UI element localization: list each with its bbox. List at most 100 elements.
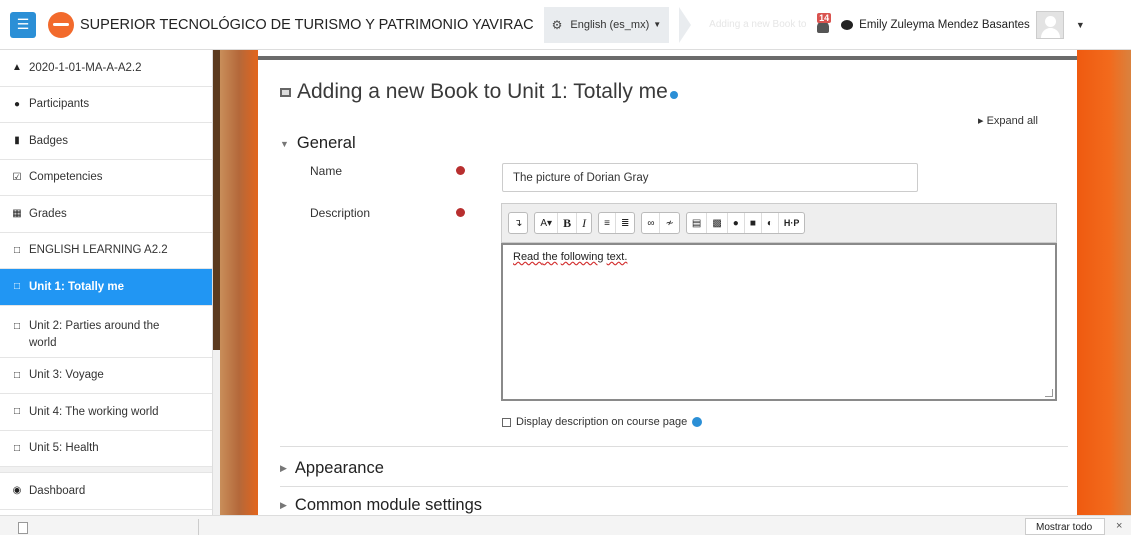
description-editor[interactable]: Read the following text. xyxy=(501,243,1057,401)
sidebar-item-badges[interactable]: ▮ Badges xyxy=(0,123,212,160)
display-description-checkbox[interactable] xyxy=(502,417,511,427)
name-input[interactable] xyxy=(502,163,918,192)
unordered-list-icon[interactable]: ≡ xyxy=(599,213,616,233)
close-icon[interactable]: × xyxy=(1116,520,1122,532)
chevron-right-icon: ▶ xyxy=(280,463,287,473)
divider xyxy=(198,519,199,535)
show-more-icon[interactable]: ↴ xyxy=(509,213,527,233)
editor-text: Read the following text. xyxy=(513,251,628,263)
unlink-icon[interactable]: ≁ xyxy=(660,213,678,233)
chevron-down-icon: ▼ xyxy=(653,20,662,29)
resize-handle[interactable] xyxy=(1045,389,1053,397)
sidebar-item-label: Unit 4: The working world xyxy=(29,405,159,418)
section-general-header[interactable]: ▼ General xyxy=(280,134,356,153)
notification-count-badge: 14 xyxy=(817,12,832,23)
show-all-button[interactable]: Mostrar todo xyxy=(1025,518,1105,535)
expand-all-link[interactable]: ▸ Expand all xyxy=(978,114,1038,127)
toolbar-group: ≡ ≣ xyxy=(598,212,636,234)
sidebar-item-label: ENGLISH LEARNING A2.2 xyxy=(29,244,168,257)
user-menu-chevron-icon[interactable]: ▼ xyxy=(1076,20,1085,30)
section-appearance-label: Appearance xyxy=(294,459,384,477)
font-style-icon[interactable]: A▾ xyxy=(535,213,559,233)
name-label: Name xyxy=(310,164,343,178)
toolbar-group: ▤ ▩ ● ■ ◐ H·P xyxy=(685,212,806,234)
h5p-icon[interactable]: H·P xyxy=(779,213,805,233)
shield-icon: ▮ xyxy=(14,135,20,147)
sidebar-item-unit-2[interactable]: □ Unit 2: Parties around the world xyxy=(0,306,212,358)
help-icon[interactable] xyxy=(692,417,703,427)
sidebar-item-course[interactable]: ▲ 2020-1-01-MA-A-A2.2 xyxy=(0,50,212,87)
sidebar-item-competencies[interactable]: ☑ Competencies xyxy=(0,160,212,196)
sidebar-item-label: Competencies xyxy=(29,171,103,184)
sidebar-item-unit-4[interactable]: □ Unit 4: The working world xyxy=(0,394,212,431)
section-common-header[interactable]: ▶ Common module settings xyxy=(280,496,482,515)
sidebar: ▲ 2020-1-01-MA-A-A2.2 ● Participants ▮ B… xyxy=(0,50,213,515)
avatar[interactable] xyxy=(1035,10,1064,39)
sidebar-item-label: Grades xyxy=(29,207,67,220)
users-icon: ● xyxy=(13,98,21,110)
help-icon[interactable] xyxy=(669,91,678,99)
sidebar-scrollbar[interactable] xyxy=(213,50,220,515)
sidebar-item-label: Participants xyxy=(29,98,90,111)
sidebar-item-participants[interactable]: ● Participants xyxy=(0,87,212,123)
sidebar-item-unit-3[interactable]: □ Unit 3: Voyage xyxy=(0,358,212,394)
main-content: Adding a new Book to Unit 1: Totally me … xyxy=(258,56,1077,515)
notifications-button[interactable]: 14 xyxy=(815,12,832,34)
sidebar-item-label: Badges xyxy=(29,134,69,147)
sidebar-scrollbar-thumb[interactable] xyxy=(213,50,220,350)
display-description-option: Display description on course page xyxy=(502,416,703,428)
book-icon xyxy=(280,87,291,97)
media-icon[interactable]: ▩ xyxy=(707,213,728,233)
background-image-left xyxy=(220,50,258,515)
section-appearance-header[interactable]: ▶ Appearance xyxy=(280,459,384,478)
bold-icon[interactable]: B xyxy=(558,213,578,233)
sidebar-item-unit-5[interactable]: □ Unit 5: Health xyxy=(0,431,212,467)
message-icon[interactable] xyxy=(841,19,854,30)
page-title: Adding a new Book to Unit 1: Totally me xyxy=(280,80,678,104)
user-name[interactable]: Emily Zuleyma Mendez Basantes xyxy=(859,19,1030,31)
sidebar-item-label: Unit 3: Voyage xyxy=(29,369,104,382)
chevron-down-icon: ▼ xyxy=(280,138,289,149)
manage-files-icon[interactable]: ◐ xyxy=(762,213,779,233)
breadcrumb-separator xyxy=(679,6,692,43)
link-icon[interactable]: ∞ xyxy=(642,213,661,233)
hamburger-icon[interactable]: ☰ xyxy=(10,11,36,38)
language-menu[interactable]: ⚙ English (es_mx) ▼ xyxy=(543,6,670,43)
display-description-label[interactable]: Display description on course page xyxy=(516,416,687,428)
breadcrumb-current[interactable]: Adding a new Book to Unit xyxy=(709,19,809,30)
sidebar-item-label: Unit 2: Parties around the world xyxy=(29,319,160,349)
file-icon[interactable] xyxy=(18,522,28,534)
microphone-icon[interactable]: ● xyxy=(728,213,745,233)
sidebar-item-english-learning[interactable]: □ ENGLISH LEARNING A2.2 xyxy=(0,233,212,269)
folder-icon: □ xyxy=(13,369,21,381)
required-icon xyxy=(456,208,465,217)
description-label: Description xyxy=(310,206,371,220)
italic-icon[interactable]: I xyxy=(577,213,591,233)
image-icon[interactable]: ▤ xyxy=(687,213,708,233)
site-title[interactable]: SUPERIOR TECNOLÓGICO DE TURISMO Y PATRIM… xyxy=(80,17,534,33)
expand-all-label: Expand all xyxy=(986,115,1038,127)
sidebar-item-dashboard[interactable]: ◉ Dashboard xyxy=(0,473,212,510)
top-navbar: ☰ SUPERIOR TECNOLÓGICO DE TURISMO Y PATR… xyxy=(0,0,1131,50)
gear-icon[interactable]: ⚙ xyxy=(552,18,563,32)
sidebar-item-grades[interactable]: ▦ Grades xyxy=(0,196,212,233)
site-logo[interactable] xyxy=(48,11,74,38)
sidebar-item-unit-1[interactable]: □ Unit 1: Totally me xyxy=(0,269,212,306)
download-item[interactable] xyxy=(36,524,166,530)
folder-icon: □ xyxy=(13,406,21,418)
section-divider xyxy=(280,486,1068,487)
section-divider xyxy=(280,446,1068,447)
sidebar-item-label: Dashboard xyxy=(29,484,86,497)
sidebar-item-label: 2020-1-01-MA-A-A2.2 xyxy=(29,61,142,74)
chevron-right-icon: ▶ xyxy=(280,500,287,510)
download-bar: Mostrar todo × xyxy=(0,515,1131,535)
video-icon[interactable]: ■ xyxy=(745,213,762,233)
required-icon xyxy=(456,166,465,175)
table-icon: ▦ xyxy=(12,208,22,220)
editor-toolbar: ↴ A▾ B I ≡ ≣ ∞ ≁ ▤ ▩ ● ■ ◐ H·P xyxy=(501,203,1057,243)
toolbar-group: A▾ B I xyxy=(534,212,593,234)
ordered-list-icon[interactable]: ≣ xyxy=(616,213,634,233)
tachometer-icon: ◉ xyxy=(12,485,22,497)
folder-icon: □ xyxy=(13,442,21,454)
toolbar-group: ∞ ≁ xyxy=(641,212,680,234)
